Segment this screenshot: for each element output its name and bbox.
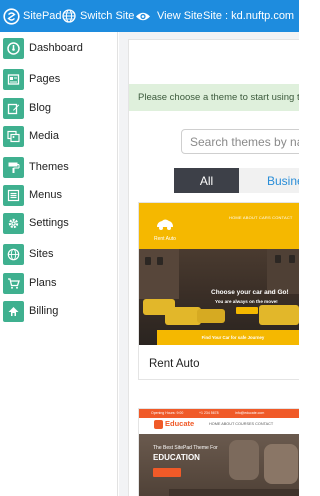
top-bar: SitePad Switch Site View Site Site : kd.… <box>0 0 299 32</box>
sidebar-item-plans[interactable]: Plans <box>3 272 57 294</box>
sidebar-item-label: Themes <box>29 161 69 173</box>
main-content: Please choose a theme to start using th … <box>119 32 299 496</box>
current-site-label: Site : kd.nuftp.com <box>203 10 295 22</box>
media-icon <box>3 125 24 147</box>
preview-logo-text: Educate <box>165 419 195 428</box>
preview-topbar: Opening Hours: 9:00 +1 234 5678 info@edu… <box>139 409 299 418</box>
sidebar-item-settings[interactable]: Settings <box>3 212 69 234</box>
graduation-cap-icon <box>154 420 163 429</box>
sidebar-item-billing[interactable]: Billing <box>3 300 58 322</box>
preview-band: Find Your Car for safe Journey <box>157 330 299 345</box>
sidebar-item-media[interactable]: Media <box>3 125 59 147</box>
preview-topbar-hours: Opening Hours: 9:00 <box>151 411 184 415</box>
eye-icon <box>136 12 150 20</box>
switch-site-label: Switch Site <box>80 10 135 22</box>
tab-all[interactable]: All <box>174 168 239 193</box>
preview-hero-line1: The Best SitePad Theme For <box>153 445 218 451</box>
preview-menu: HOME ABOUT CARS CONTACT <box>229 215 293 220</box>
theme-name: Rent Auto <box>149 358 200 370</box>
switch-site-link[interactable]: Switch Site <box>62 0 134 32</box>
sidebar-item-pages[interactable]: Pages <box>3 68 60 90</box>
sidebar-item-menus[interactable]: Menus <box>3 184 62 206</box>
preview-topbar-phone: +1 234 5678 <box>199 411 219 415</box>
sidebar-item-label: Sites <box>29 248 54 260</box>
sidebar-item-label: Settings <box>29 217 69 229</box>
view-site-link[interactable]: View Site <box>135 0 203 32</box>
theme-search-input[interactable] <box>181 129 299 154</box>
preview-headline: Choose your car and Go! <box>211 289 289 296</box>
sidebar-item-label: Pages <box>29 73 61 85</box>
preview-topbar-email: info@educate.com <box>235 411 265 415</box>
sidebar-item-label: Billing <box>29 305 59 317</box>
globe-icon <box>62 9 76 23</box>
sitepad-brand-link[interactable]: SitePad <box>3 0 62 32</box>
theme-card-rent-auto[interactable]: Rent Auto HOME ABOUT CARS CONTACT Choose… <box>138 202 299 380</box>
preview-subheadline: You are always on the move! <box>215 299 278 304</box>
brand-label: SitePad <box>23 10 62 22</box>
choose-theme-notice: Please choose a theme to start using th <box>129 84 299 111</box>
preview-button <box>236 307 258 314</box>
sidebar-item-themes[interactable]: Themes <box>3 156 69 178</box>
theme-card-educate[interactable]: Opening Hours: 9:00 +1 234 5678 info@edu… <box>138 408 299 496</box>
sidebar-item-blog[interactable]: Blog <box>3 97 51 119</box>
view-site-label: View Site <box>157 10 203 22</box>
car-logo-icon <box>157 219 173 230</box>
plans-icon <box>3 272 24 294</box>
sidebar-item-label: Blog <box>29 102 52 114</box>
pages-icon <box>3 68 24 90</box>
menus-icon <box>3 184 24 206</box>
sidebar-item-dashboard[interactable]: Dashboard <box>3 37 83 59</box>
themes-icon <box>3 156 24 178</box>
settings-icon <box>3 212 24 234</box>
sidebar-item-sites[interactable]: Sites <box>3 243 53 265</box>
blog-icon <box>3 97 24 119</box>
dashboard-icon <box>3 37 24 59</box>
sidebar-item-label: Dashboard <box>29 42 83 54</box>
sites-icon <box>3 243 24 265</box>
sidebar-item-label: Media <box>29 130 59 142</box>
sidebar-item-label: Plans <box>29 277 57 289</box>
billing-icon <box>3 300 24 322</box>
preview-menu: HOME ABOUT COURSES CONTACT <box>209 422 274 426</box>
theme-preview-rent-auto: Rent Auto HOME ABOUT CARS CONTACT Choose… <box>139 203 299 345</box>
preview-logo-text: Rent Auto <box>154 236 176 242</box>
sitepad-logo-icon <box>3 7 20 25</box>
sidebar-item-label: Menus <box>29 189 63 201</box>
preview-button <box>153 468 181 477</box>
preview-header: Educate HOME ABOUT COURSES CONTACT <box>139 418 299 434</box>
sidebar: Dashboard Pages Blog Media Themes Menus <box>0 32 118 496</box>
preview-hero-image: The Best SitePad Theme For EDUCATION <box>139 434 299 496</box>
tab-business[interactable]: Busine <box>239 168 299 193</box>
preview-hero-line2: EDUCATION <box>153 453 200 462</box>
preview-people <box>169 489 299 496</box>
